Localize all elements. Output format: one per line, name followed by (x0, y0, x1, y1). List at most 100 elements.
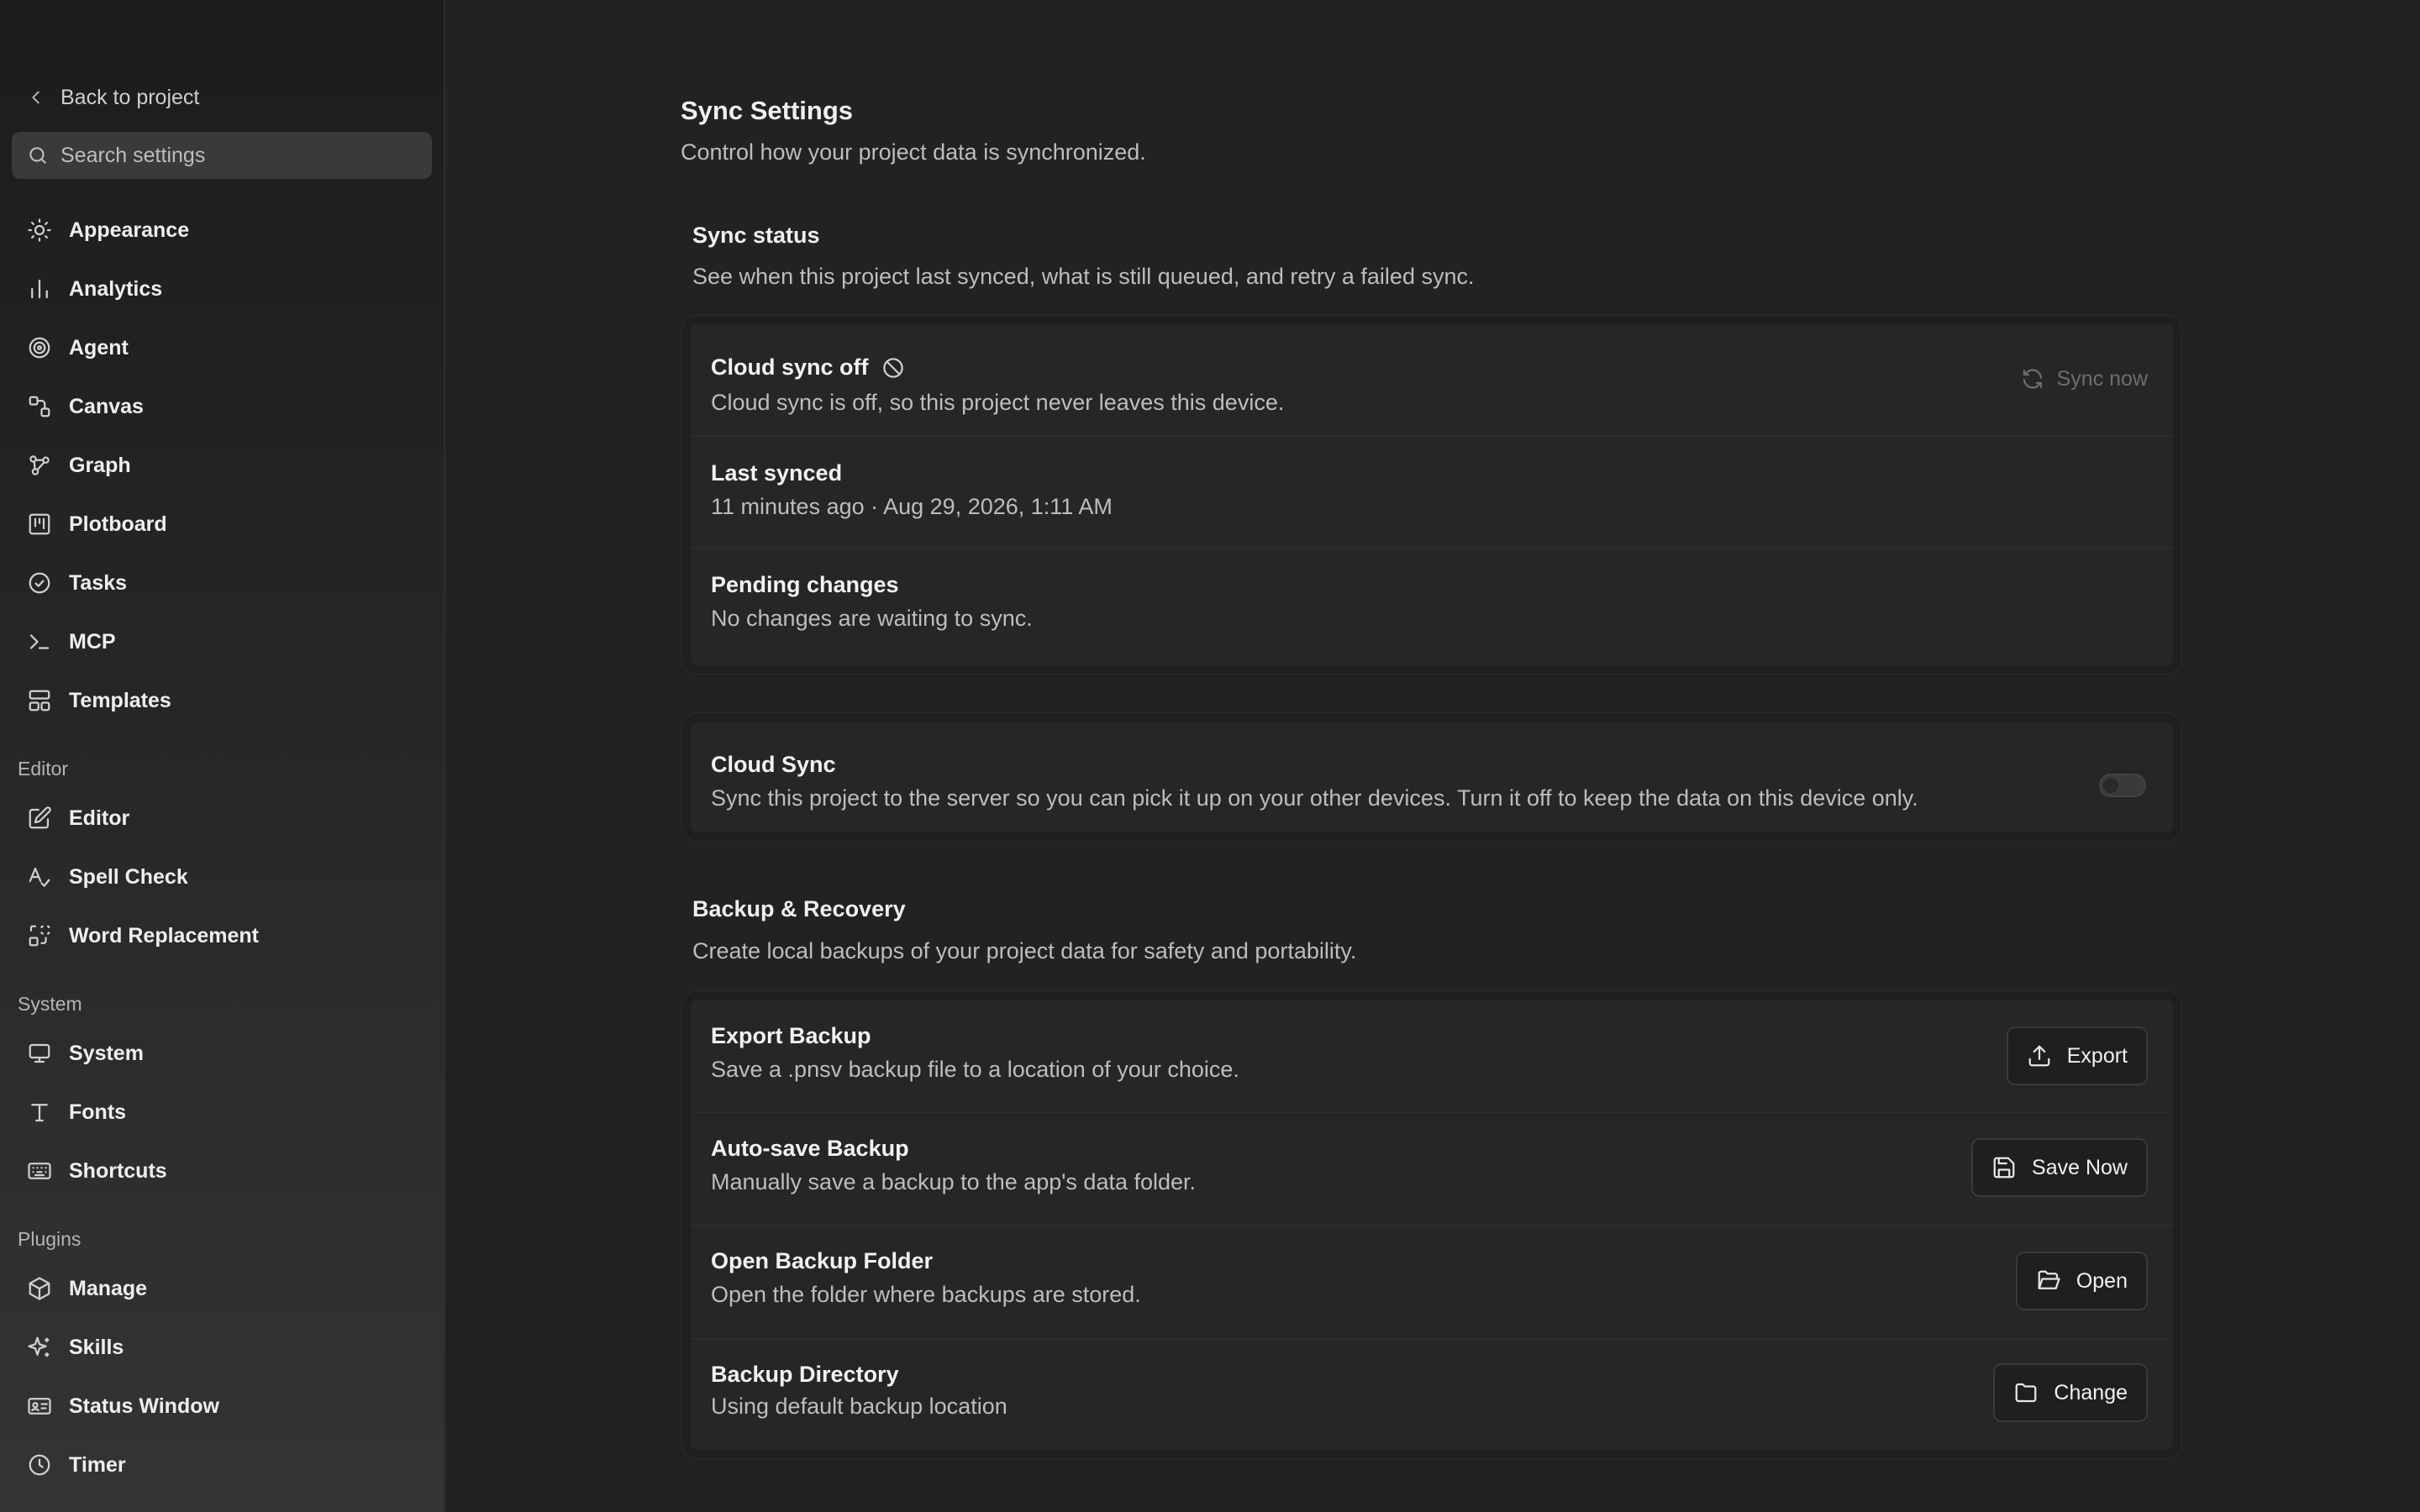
sidebar-item-agent[interactable]: Agent (12, 323, 432, 372)
pending-changes-value: No changes are waiting to sync. (711, 606, 1033, 631)
cloud-sync-title: Cloud Sync (711, 752, 836, 777)
open-backup-folder-title: Open Backup Folder (711, 1248, 934, 1273)
save-now-label: Save Now (2032, 1155, 2128, 1179)
open-folder-label: Open (2075, 1268, 2128, 1293)
open-folder-button[interactable]: Open (2015, 1252, 2148, 1310)
sidebar-item-label: Graph (69, 453, 131, 477)
pencil-square-icon (29, 806, 51, 829)
sidebar-item-graph[interactable]: Graph (12, 441, 432, 490)
cloud-sync-off-label: Cloud sync off (711, 354, 869, 380)
cloud-sync-card: Cloud Sync Sync this project to the serv… (681, 712, 2182, 842)
sidebar-item-editor[interactable]: Editor (12, 794, 432, 843)
sync-now-label: Sync now (2056, 366, 2148, 391)
sidebar-item-label: MCP (69, 629, 116, 654)
sun-icon (28, 218, 51, 242)
sync-now-button[interactable]: Sync now (2020, 366, 2148, 391)
spiral-icon (29, 337, 50, 359)
backup-directory-title: Backup Directory (711, 1362, 899, 1387)
sidebar-item-analytics[interactable]: Analytics (12, 265, 432, 313)
sidebar-item-canvas[interactable]: Canvas (12, 382, 432, 431)
id-card-icon (28, 1398, 51, 1415)
check-circle-icon (29, 572, 50, 594)
cloud-sync-off-description: Cloud sync is off, so this project never… (711, 390, 1285, 415)
sidebar-item-manage[interactable]: Manage (12, 1264, 432, 1313)
search-icon (29, 147, 46, 164)
backup-directory-description: Using default backup location (711, 1394, 1007, 1419)
kanban-icon (29, 513, 50, 535)
sidebar-item-status-window[interactable]: Status Window (12, 1382, 432, 1431)
cloud-sync-description: Sync this project to the server so you c… (711, 785, 1918, 811)
toggle-knob (2103, 778, 2118, 793)
sidebar-item-word-replacement[interactable]: Word Replacement (12, 911, 432, 960)
pending-changes-row: Pending changes No changes are waiting t… (691, 549, 2173, 664)
back-link-label: Back to project (60, 85, 200, 109)
terminal-icon (29, 634, 50, 649)
cloud-sync-row: Cloud Sync Sync this project to the serv… (691, 722, 2173, 832)
change-directory-button[interactable]: Change (1993, 1363, 2148, 1422)
export-button[interactable]: Export (2006, 1026, 2148, 1085)
sidebar-item-label: Appearance (69, 218, 190, 242)
sidebar-section-system: System (18, 993, 82, 1015)
sidebar-item-spell-check[interactable]: Spell Check (12, 853, 432, 901)
sidebar-item-label: Word Replacement (69, 923, 259, 948)
sidebar-item-templates[interactable]: Templates (12, 676, 432, 725)
sidebar-item-label: Tasks (69, 570, 128, 595)
refresh-icon (2023, 369, 2042, 389)
upload-icon (2028, 1045, 2050, 1067)
replace-icon (29, 925, 50, 947)
change-directory-label: Change (2054, 1380, 2128, 1404)
last-synced-row: Last synced 11 minutes ago · Aug 29, 202… (691, 437, 2173, 549)
autosave-backup-title: Auto-save Backup (711, 1136, 909, 1161)
open-backup-folder-row: Open Backup Folder Open the folder where… (691, 1226, 2173, 1340)
folder-open-icon (2038, 1270, 2060, 1289)
cloud-sync-off-row: Cloud sync off Cloud sync is off, so thi… (691, 324, 2173, 437)
last-synced-value: 11 minutes ago · Aug 29, 2026, 1:11 AM (711, 494, 1113, 519)
save-now-button[interactable]: Save Now (1971, 1138, 2148, 1197)
sidebar-item-mcp[interactable]: MCP (12, 617, 432, 666)
export-button-label: Export (2066, 1043, 2128, 1068)
sidebar-item-shortcuts[interactable]: Shortcuts (12, 1147, 432, 1195)
backup-directory-row: Backup Directory Using default backup lo… (691, 1340, 2173, 1450)
sidebar-item-label: Timer (69, 1452, 126, 1477)
monitor-icon (29, 1043, 50, 1063)
bar-chart-icon (31, 279, 48, 299)
settings-sidebar: Back to project Appearance Analytics Age… (0, 0, 445, 1512)
backup-description: Create local backups of your project dat… (692, 938, 1357, 963)
save-icon (1993, 1157, 2015, 1179)
open-backup-folder-description: Open the folder where backups are stored… (711, 1282, 1141, 1307)
cloud-sync-toggle[interactable] (2099, 774, 2146, 797)
clock-icon (29, 1454, 50, 1476)
sidebar-item-fonts[interactable]: Fonts (12, 1088, 432, 1137)
backup-heading: Backup & Recovery (692, 896, 906, 921)
sidebar-item-plotboard[interactable]: Plotboard (12, 500, 432, 549)
sidebar-item-label: Manage (69, 1276, 148, 1300)
sidebar-item-label: Skills (69, 1335, 124, 1359)
back-to-project-link[interactable]: Back to project (27, 81, 199, 114)
page-title: Sync Settings (681, 96, 853, 125)
sparkles-icon (28, 1336, 50, 1357)
sidebar-item-appearance[interactable]: Appearance (12, 206, 432, 255)
sidebar-section-plugins: Plugins (18, 1228, 82, 1250)
sync-status-card: Cloud sync off Cloud sync is off, so thi… (681, 315, 2182, 675)
graph-icon (29, 455, 50, 475)
sync-status-description: See when this project last synced, what … (692, 264, 1475, 289)
sidebar-item-label: Analytics (69, 276, 163, 301)
sidebar-item-system[interactable]: System (12, 1029, 432, 1078)
settings-search[interactable] (12, 132, 432, 179)
sidebar-section-editor: Editor (18, 758, 69, 780)
sidebar-item-timer[interactable]: Timer (12, 1441, 432, 1489)
last-synced-title: Last synced (711, 460, 843, 486)
layout-icon (29, 690, 50, 711)
page-description: Control how your project data is synchro… (681, 139, 1146, 165)
sidebar-item-label: Editor (69, 806, 130, 830)
sidebar-item-tasks[interactable]: Tasks (12, 559, 432, 607)
folder-icon (2016, 1383, 2037, 1403)
sidebar-item-label: Agent (69, 335, 129, 360)
cloud-sync-off-title: Cloud sync off (711, 354, 906, 381)
sidebar-item-skills[interactable]: Skills (12, 1323, 432, 1372)
export-backup-description: Save a .pnsv backup file to a location o… (711, 1057, 1239, 1082)
sidebar-item-label: Plotboard (69, 512, 167, 536)
autosave-backup-row: Auto-save Backup Manually save a backup … (691, 1113, 2173, 1226)
keyboard-icon (28, 1163, 51, 1179)
search-input[interactable] (60, 143, 430, 168)
